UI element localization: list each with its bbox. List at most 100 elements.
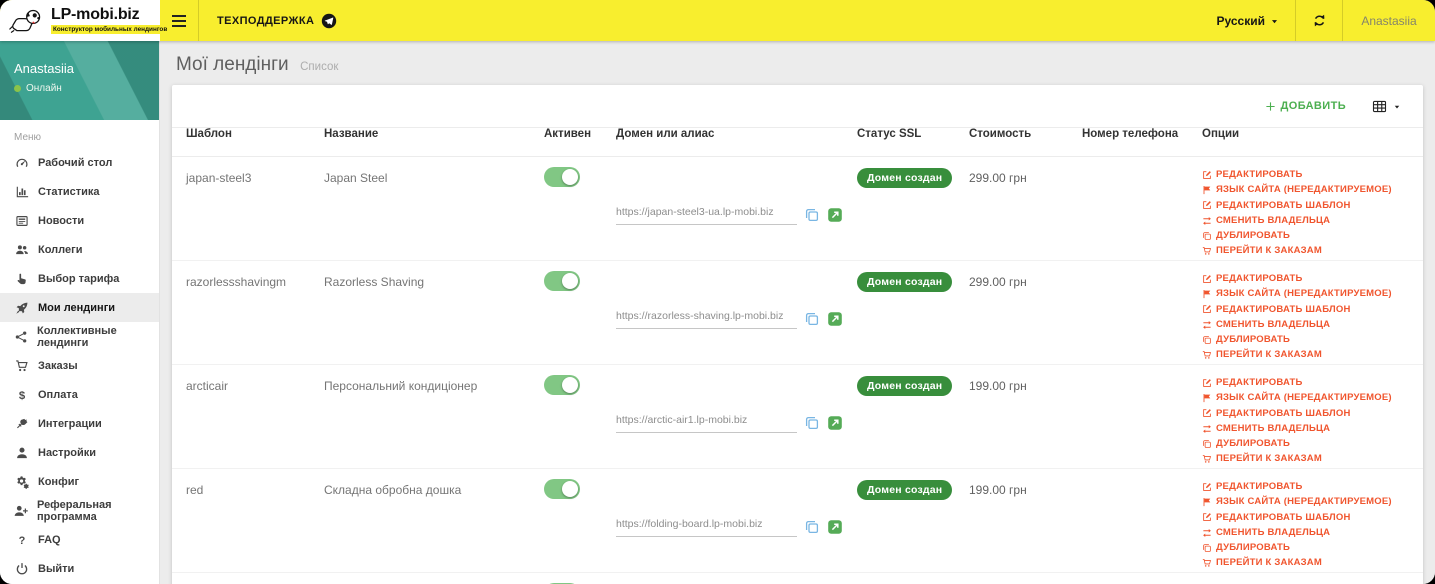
domain-input[interactable]: [616, 412, 797, 433]
sidebar-item[interactable]: Рабочий стол: [0, 148, 159, 177]
active-toggle[interactable]: [544, 479, 580, 499]
row-option-link[interactable]: ЯЗЫК САЙТА (НЕРЕДАКТИРУЕМОЕ): [1202, 494, 1423, 509]
sidebar-item[interactable]: Интеграции: [0, 409, 159, 438]
columns-dropdown[interactable]: [1372, 99, 1401, 114]
domain-input[interactable]: [616, 204, 797, 225]
row-option-link[interactable]: РЕДАКТИРОВАТЬ: [1202, 167, 1423, 182]
topbar-username[interactable]: Anastasiia: [1343, 0, 1435, 41]
open-site-icon[interactable]: [827, 207, 843, 223]
cell-template: razorlessshavingm: [186, 275, 287, 289]
domain-input[interactable]: [616, 308, 797, 329]
sidebar-item-label: Заказы: [38, 359, 78, 372]
active-toggle[interactable]: [544, 271, 580, 291]
row-option-link[interactable]: ЯЗЫК САЙТА (НЕРЕДАКТИРУЕМОЕ): [1202, 182, 1423, 197]
cell-active: [530, 157, 602, 260]
cell-ssl: Домен создан: [843, 157, 955, 260]
copy-icon[interactable]: [804, 207, 820, 223]
row-option-link[interactable]: ДУБЛИРОВАТЬ: [1202, 332, 1423, 347]
language-dropdown[interactable]: Русский: [1201, 0, 1296, 41]
row-option-link[interactable]: СМЕНИТЬ ВЛАДЕЛЬЦА: [1202, 525, 1423, 540]
table-row: razorlessshavingm Razorless Shaving Доме…: [172, 261, 1423, 365]
table-row: arcticair Персональний кондиціонер Домен…: [172, 365, 1423, 469]
row-option-link[interactable]: ДУБЛИРОВАТЬ: [1202, 228, 1423, 243]
cell-price: 299.00 грн: [969, 171, 1027, 185]
row-option-link[interactable]: СМЕНИТЬ ВЛАДЕЛЬЦА: [1202, 213, 1423, 228]
dog-logo-icon: [9, 7, 46, 35]
row-option-link[interactable]: ДУБЛИРОВАТЬ: [1202, 436, 1423, 451]
sidebar-item[interactable]: Статистика: [0, 177, 159, 206]
copy-icon[interactable]: [804, 519, 820, 535]
sidebar-item[interactable]: ? FAQ: [0, 525, 159, 554]
sidebar-item[interactable]: Коллективные лендинги: [0, 322, 159, 351]
row-option-link[interactable]: РЕДАКТИРОВАТЬ: [1202, 271, 1423, 286]
cell-active: [530, 469, 602, 572]
domain-input[interactable]: [616, 516, 797, 537]
active-toggle[interactable]: [544, 375, 580, 395]
sidebar-item[interactable]: Настройки: [0, 438, 159, 467]
cell-options: РЕДАКТИРОВАТЬ ЯЗЫК САЙТА (НЕРЕДАКТИРУЕМО…: [1188, 157, 1423, 260]
cell-ssl: Домен создан: [843, 573, 955, 584]
sidebar-item[interactable]: Конфиг: [0, 467, 159, 496]
row-option-link[interactable]: ПЕРЕЙТИ К ЗАКАЗАМ: [1202, 555, 1423, 570]
copy-icon[interactable]: [804, 311, 820, 327]
sidebar-item-label: Конфиг: [38, 475, 80, 488]
active-toggle[interactable]: [544, 167, 580, 187]
copy-icon[interactable]: [804, 415, 820, 431]
news-icon: [14, 214, 29, 228]
row-option-link[interactable]: ДУБЛИРОВАТЬ: [1202, 540, 1423, 555]
cell-price: 199.00 грн: [969, 483, 1027, 497]
support-button[interactable]: ТЕХПОДДЕРЖКА: [199, 0, 355, 41]
cell-price: 199.00 грн: [969, 379, 1027, 393]
row-option-link[interactable]: РЕДАКТИРОВАТЬ: [1202, 479, 1423, 494]
row-option-link[interactable]: ПЕРЕЙТИ К ЗАКАЗАМ: [1202, 347, 1423, 362]
edit-icon: [1202, 512, 1212, 522]
refresh-button[interactable]: [1296, 0, 1342, 41]
open-site-icon[interactable]: [827, 415, 843, 431]
logo-subtitle: Конструктор мобильных лендингов: [51, 25, 170, 34]
cell-name: Razorless Shaving: [324, 275, 425, 289]
ssl-status-badge: Домен создан: [857, 168, 953, 188]
open-site-icon[interactable]: [827, 519, 843, 535]
hamburger-menu-button[interactable]: [160, 0, 198, 41]
flag-icon: [1202, 289, 1212, 299]
sidebar-item[interactable]: Мои лендинги: [0, 293, 159, 322]
sidebar-item[interactable]: $ Оплата: [0, 380, 159, 409]
row-option-link[interactable]: РЕДАКТИРОВАТЬ ШАБЛОН: [1202, 406, 1423, 421]
sidebar-item-label: Оплата: [38, 388, 78, 401]
row-option-link[interactable]: ЯЗЫК САЙТА (НЕРЕДАКТИРУЕМОЕ): [1202, 390, 1423, 405]
sidebar-item[interactable]: Коллеги: [0, 235, 159, 264]
sidebar-item-label: Настройки: [38, 446, 97, 459]
row-option-link[interactable]: СМЕНИТЬ ВЛАДЕЛЬЦА: [1202, 421, 1423, 436]
ssl-status-badge: Домен создан: [857, 272, 953, 292]
sidebar-item[interactable]: Реферальная программа: [0, 496, 159, 525]
topbar: LP-mobi.biz Конструктор мобильных лендин…: [0, 0, 1435, 41]
row-option-link[interactable]: ЯЗЫК САЙТА (НЕРЕДАКТИРУЕМОЕ): [1202, 286, 1423, 301]
sidebar-item-label: Коллективные лендинги: [37, 324, 117, 349]
cell-phone: [1068, 573, 1188, 584]
logo[interactable]: LP-mobi.biz Конструктор мобильных лендин…: [0, 0, 170, 41]
card-toolbar: ДОБАВИТЬ: [172, 85, 1423, 127]
edit-icon: [1202, 170, 1212, 180]
app-window: LP-mobi.biz Конструктор мобильных лендин…: [0, 0, 1435, 584]
cell-options: РЕДАКТИРОВАТЬ ЯЗЫК САЙТА (НЕРЕДАКТИРУЕМО…: [1188, 573, 1423, 584]
sidebar-item[interactable]: Заказы: [0, 351, 159, 380]
add-button[interactable]: ДОБАВИТЬ: [1265, 100, 1347, 112]
flag-icon: [1202, 393, 1212, 403]
cart-icon: [1202, 246, 1212, 256]
table-row: clothes and shoes Чоловічі кросівки Доме…: [172, 573, 1423, 584]
cart-icon: [14, 359, 29, 373]
row-option-link[interactable]: РЕДАКТИРОВАТЬ ШАБЛОН: [1202, 510, 1423, 525]
cell-phone: [1068, 365, 1188, 468]
row-option-link[interactable]: РЕДАКТИРОВАТЬ ШАБЛОН: [1202, 302, 1423, 317]
open-site-icon[interactable]: [827, 311, 843, 327]
column-header: Домен или алиас: [616, 128, 715, 140]
sidebar-item[interactable]: Выбор тарифа: [0, 264, 159, 293]
hand-pointer-icon: [14, 272, 29, 286]
row-option-link[interactable]: ПЕРЕЙТИ К ЗАКАЗАМ: [1202, 451, 1423, 466]
row-option-link[interactable]: РЕДАКТИРОВАТЬ ШАБЛОН: [1202, 198, 1423, 213]
sidebar-item[interactable]: Новости: [0, 206, 159, 235]
sidebar-item[interactable]: Выйти: [0, 554, 159, 583]
row-option-link[interactable]: СМЕНИТЬ ВЛАДЕЛЬЦА: [1202, 317, 1423, 332]
row-option-link[interactable]: ПЕРЕЙТИ К ЗАКАЗАМ: [1202, 243, 1423, 258]
row-option-link[interactable]: РЕДАКТИРОВАТЬ: [1202, 375, 1423, 390]
